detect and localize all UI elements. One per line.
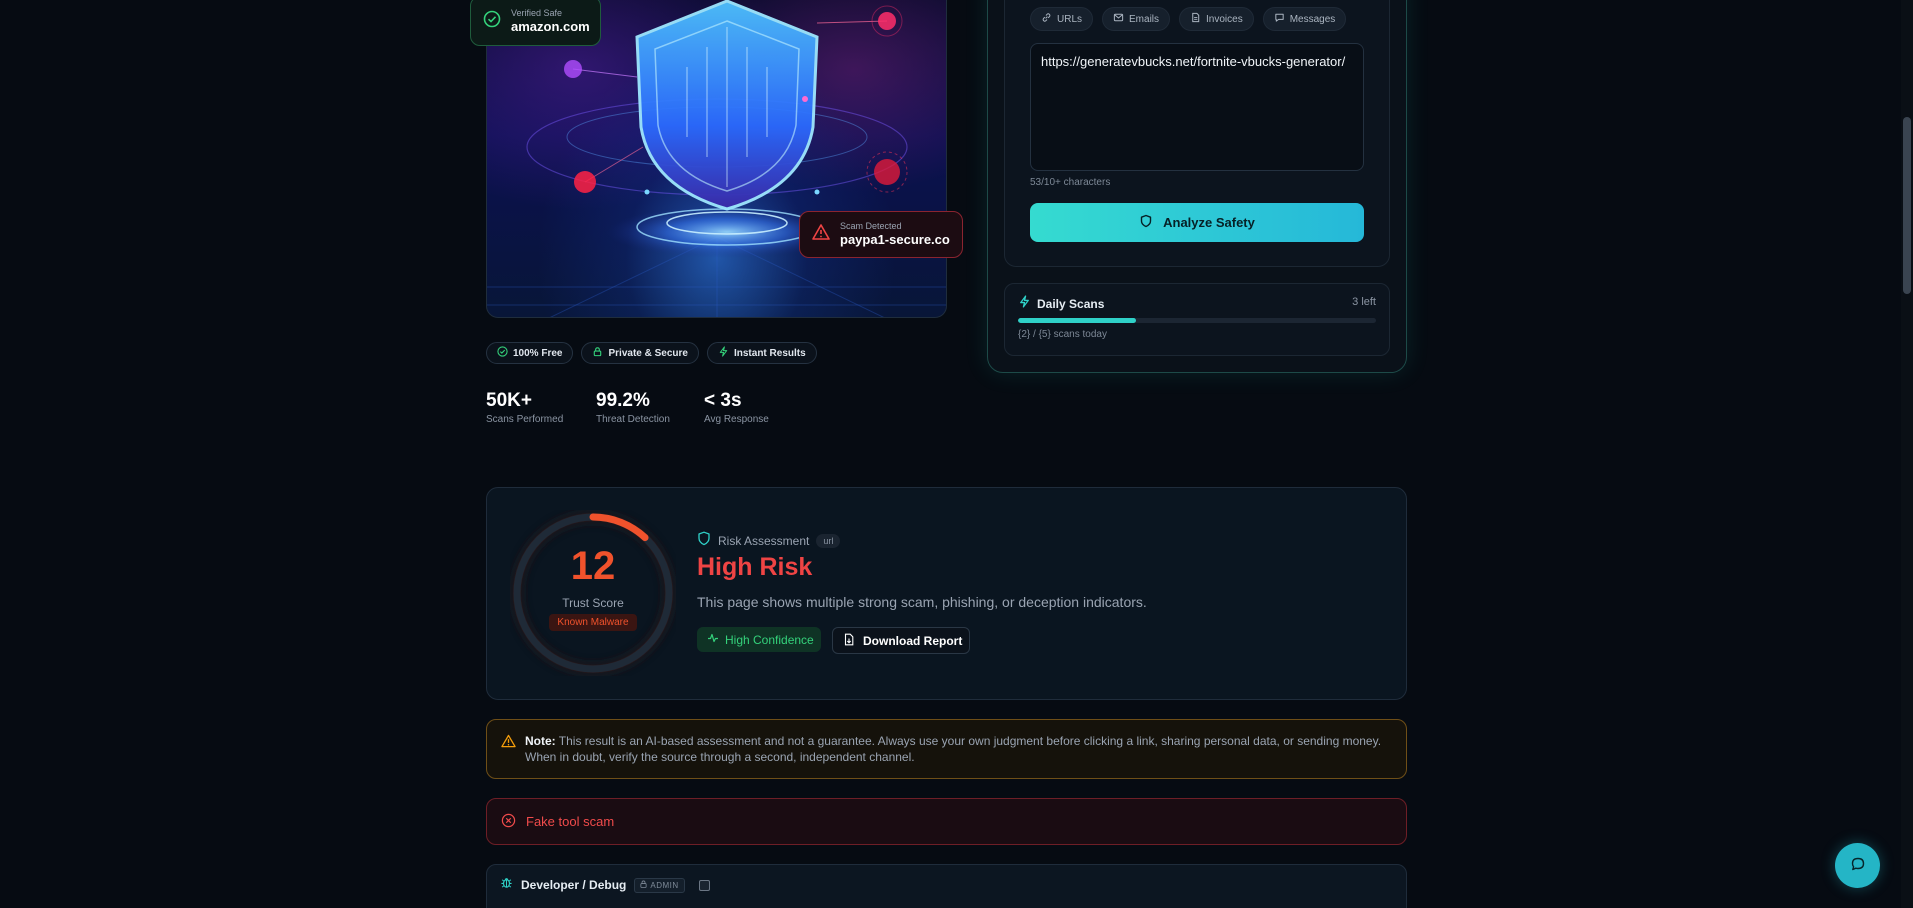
file-download-icon	[843, 633, 855, 649]
scam-detected-card: Scam Detected paypa1-secure.co	[799, 211, 963, 258]
verified-safe-card: Verified Safe amazon.com	[470, 0, 601, 46]
warning-triangle-icon	[812, 223, 830, 246]
trust-score-value: 12	[570, 544, 616, 588]
pill-free-label: 100% Free	[513, 347, 563, 359]
daily-scans-remaining: 3 left	[1352, 296, 1376, 308]
tab-invoices[interactable]: Invoices	[1179, 7, 1254, 31]
developer-debug-title: Developer / Debug	[521, 878, 627, 892]
note-label: Note:	[525, 734, 556, 748]
bolt-icon	[718, 346, 729, 360]
admin-badge: ADMIN	[634, 877, 685, 893]
pill-private-label: Private & Secure	[608, 347, 688, 359]
developer-debug-header[interactable]: Developer / Debug ADMIN	[500, 876, 710, 894]
stat-response-value: < 3s	[704, 390, 742, 411]
stat-scans-label: Scans Performed	[486, 414, 564, 425]
scam-type-alert: Fake tool scam	[486, 798, 1407, 845]
trust-score-ring	[510, 510, 676, 676]
shield-illustration	[487, 0, 946, 317]
page-scrollbar-thumb[interactable]	[1903, 117, 1911, 294]
known-malware-badge: Known Malware	[549, 614, 637, 631]
lock-icon	[592, 346, 603, 360]
risk-level-title: High Risk	[697, 553, 813, 581]
bolt-icon	[1018, 295, 1031, 313]
daily-scans-progress	[1018, 318, 1376, 323]
type-tag: url	[816, 534, 841, 548]
stat-detection: 99.2% Threat Detection	[596, 390, 670, 425]
pill-free: 100% Free	[486, 342, 574, 364]
tab-urls-label: URLs	[1057, 13, 1083, 25]
warning-triangle-icon	[501, 734, 516, 752]
x-circle-icon	[501, 813, 516, 831]
pill-instant-label: Instant Results	[733, 347, 806, 359]
download-report-label: Download Report	[863, 633, 963, 648]
daily-scans-header: Daily Scans	[1018, 295, 1104, 313]
analyze-safety-label: Analyze Safety	[1163, 215, 1255, 230]
note-text: This result is an AI-based assessment an…	[525, 734, 1382, 764]
url-input[interactable]	[1030, 43, 1364, 171]
debug-toggle-checkbox[interactable]	[698, 879, 710, 891]
pill-instant: Instant Results	[706, 342, 817, 364]
admin-badge-label: ADMIN	[650, 880, 679, 890]
tab-urls[interactable]: URLs	[1030, 7, 1094, 31]
daily-scans-progress-fill	[1018, 318, 1137, 323]
scam-detected-label: Scam Detected	[840, 221, 902, 231]
character-count: 53/10+ characters	[1030, 177, 1111, 188]
stat-scans-value: 50K+	[486, 390, 532, 411]
link-icon	[1041, 12, 1052, 26]
pill-private: Private & Secure	[581, 342, 699, 364]
input-type-tabs: URLs Emails Invoices Messages	[1030, 7, 1347, 31]
disclaimer-note: Note: This result is an AI-based assessm…	[486, 719, 1407, 779]
tab-invoices-label: Invoices	[1206, 13, 1243, 25]
tab-messages-label: Messages	[1289, 13, 1336, 25]
daily-scans-title: Daily Scans	[1037, 297, 1105, 311]
download-report-button[interactable]: Download Report	[832, 627, 970, 654]
shield-icon	[1139, 214, 1153, 231]
trust-score-label: Trust Score	[562, 596, 624, 610]
feature-pills: 100% Free Private & Secure Instant Resul…	[486, 342, 817, 364]
tab-messages[interactable]: Messages	[1262, 7, 1347, 31]
verified-safe-domain: amazon.com	[511, 18, 590, 34]
confidence-label: High Confidence	[725, 632, 814, 647]
activity-icon	[707, 632, 719, 647]
chat-bubble-icon	[1850, 856, 1866, 875]
risk-assessment-label: Risk Assessment	[718, 534, 810, 548]
shield-icon	[697, 531, 711, 551]
check-circle-icon	[483, 10, 501, 33]
file-icon	[1190, 12, 1201, 26]
chat-support-button[interactable]	[1835, 843, 1880, 888]
chat-icon	[1274, 12, 1285, 26]
stat-response: < 3s Avg Response	[704, 390, 769, 425]
verified-safe-label: Verified Safe	[511, 7, 563, 18]
confidence-badge: High Confidence	[697, 627, 821, 652]
analyze-safety-button[interactable]: Analyze Safety	[1030, 203, 1364, 242]
lock-icon	[640, 880, 647, 890]
stat-response-label: Avg Response	[704, 414, 769, 425]
mail-icon	[1113, 12, 1124, 26]
bug-icon	[500, 876, 513, 894]
scam-detected-domain: paypa1-secure.co	[840, 232, 950, 247]
risk-assessment-header: Risk Assessment url	[697, 531, 841, 551]
tab-emails-label: Emails	[1129, 13, 1160, 25]
risk-description: This page shows multiple strong scam, ph…	[697, 594, 1147, 610]
scam-type-text: Fake tool scam	[526, 814, 615, 829]
stat-scans: 50K+ Scans Performed	[486, 390, 563, 425]
daily-scans-detail: {2} / {5} scans today	[1018, 329, 1107, 340]
stat-detection-label: Threat Detection	[596, 414, 670, 425]
hero-illustration	[486, 0, 947, 318]
tab-emails[interactable]: Emails	[1102, 7, 1171, 31]
check-circle-icon	[497, 346, 508, 360]
stat-detection-value: 99.2%	[596, 390, 650, 411]
